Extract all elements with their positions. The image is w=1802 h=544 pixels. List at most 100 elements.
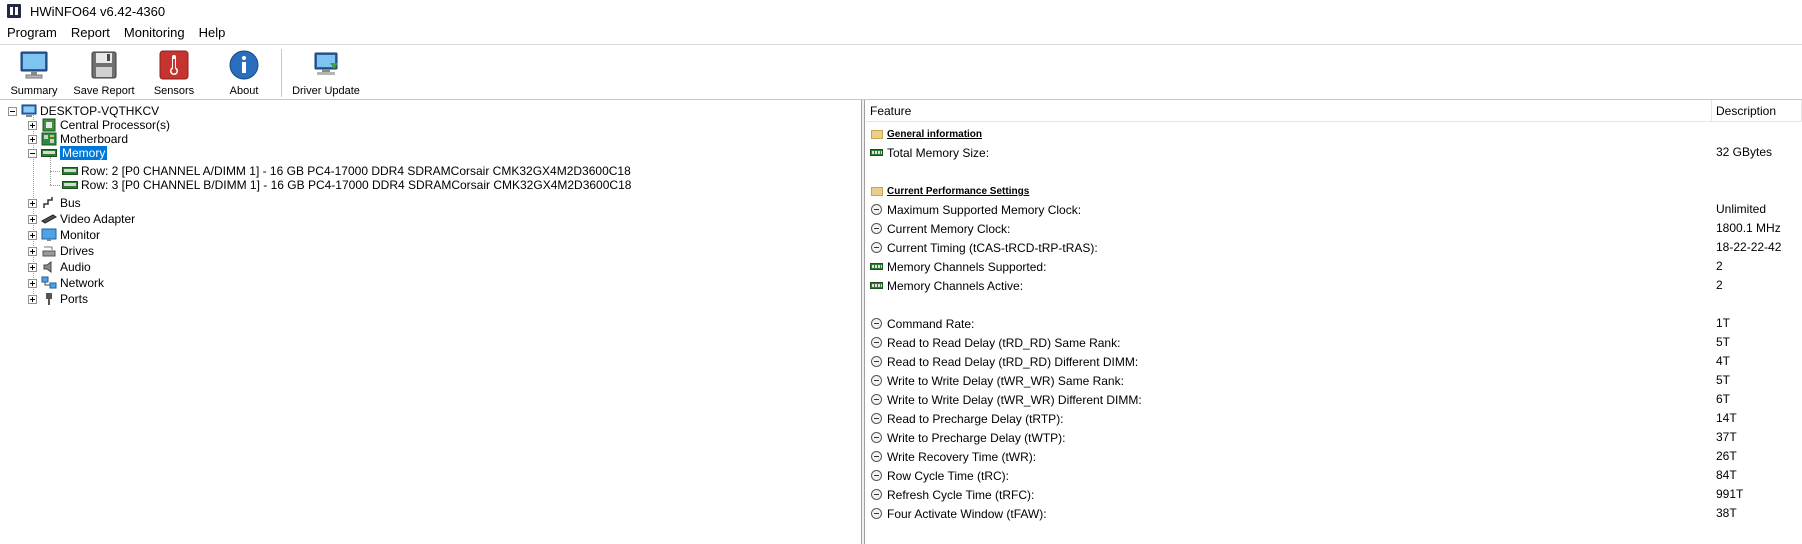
network-icon xyxy=(41,276,57,290)
feature-value: 38T xyxy=(1716,506,1737,520)
feature-label: Current Memory Clock: xyxy=(887,221,1011,236)
table-row[interactable]: Read to Read Delay (tRD_RD) Same Rank: 5… xyxy=(866,333,1802,352)
table-row[interactable]: Command Rate: 1T xyxy=(866,314,1802,333)
drive-icon xyxy=(41,244,57,258)
pane-splitter[interactable] xyxy=(862,100,865,544)
table-row[interactable]: Maximum Supported Memory Clock: Unlimite… xyxy=(866,200,1802,219)
folder-icon xyxy=(870,185,883,198)
clock-icon xyxy=(870,412,883,425)
feature-value: 5T xyxy=(1716,335,1731,349)
feature-label: Read to Read Delay (tRD_RD) Same Rank: xyxy=(887,335,1121,350)
sensors-label: Sensors xyxy=(153,85,195,97)
feature-label: Memory Channels Active: xyxy=(887,278,1024,293)
save-report-button[interactable]: Save Report xyxy=(72,47,136,99)
tree-item-monitor[interactable]: Monitor xyxy=(28,227,100,243)
expand-toggle[interactable] xyxy=(28,120,37,130)
tree-item-bus[interactable]: Bus xyxy=(28,195,81,211)
section-row[interactable]: Current Performance Settings xyxy=(866,182,1802,201)
motherboard-icon xyxy=(41,132,57,146)
menu-report[interactable]: Report xyxy=(64,22,117,44)
title-bar: HWiNFO64 v6.42-4360 xyxy=(0,0,1802,22)
feature-column-header[interactable]: Feature xyxy=(866,100,1712,122)
feature-label: Row Cycle Time (tRC): xyxy=(887,468,1010,483)
table-row[interactable]: Read to Precharge Delay (tRTP): 14T xyxy=(866,409,1802,428)
tree-root-label: DESKTOP-VQTHKCV xyxy=(40,104,160,118)
feature-value: 37T xyxy=(1716,430,1737,444)
tree-item-drives[interactable]: Drives xyxy=(28,243,94,259)
table-row[interactable]: Current Memory Clock: 1800.1 MHz xyxy=(866,219,1802,238)
clock-icon xyxy=(870,317,883,330)
table-row[interactable]: Row Cycle Time (tRC): 84T xyxy=(866,466,1802,485)
tree-item-video-adapter[interactable]: Video Adapter xyxy=(28,211,135,227)
driver-update-icon xyxy=(309,48,343,82)
feature-value: 991T xyxy=(1716,487,1744,501)
tree-line xyxy=(50,171,60,172)
ram-icon xyxy=(62,164,78,178)
feature-value: 1T xyxy=(1716,316,1731,330)
tree-item-label: Network xyxy=(60,276,105,290)
expand-toggle[interactable] xyxy=(28,262,37,272)
menu-program[interactable]: Program xyxy=(0,22,64,44)
table-row[interactable]: Refresh Cycle Time (tRFC): 991T xyxy=(866,485,1802,504)
expand-toggle[interactable] xyxy=(28,214,37,224)
plug-icon xyxy=(41,292,57,306)
feature-value: 14T xyxy=(1716,411,1737,425)
clock-icon xyxy=(870,431,883,444)
table-row[interactable]: Write to Precharge Delay (tWTP): 37T xyxy=(866,428,1802,447)
tree-item-network[interactable]: Network xyxy=(28,275,104,291)
tree-item-label: Row: 3 [P0 CHANNEL B/DIMM 1] - 16 GB PC4… xyxy=(81,178,632,192)
sensors-button[interactable]: Sensors xyxy=(142,47,206,99)
clock-icon xyxy=(870,488,883,501)
section-row[interactable]: General information xyxy=(866,125,1802,144)
table-row[interactable]: Write to Write Delay (tWR_WR) Different … xyxy=(866,390,1802,409)
feature-label: Write to Write Delay (tWR_WR) Different … xyxy=(887,392,1142,407)
tree-item-label: Ports xyxy=(60,292,89,306)
feature-value: 4T xyxy=(1716,354,1731,368)
feature-label: Current Timing (tCAS-tRCD-tRP-tRAS): xyxy=(887,240,1098,255)
menu-monitoring[interactable]: Monitoring xyxy=(117,22,192,44)
table-row[interactable]: Memory Channels Active: 2 xyxy=(866,276,1802,295)
table-row[interactable]: Read to Read Delay (tRD_RD) Different DI… xyxy=(866,352,1802,371)
toolbar: Summary Save Report Sensors About Driver… xyxy=(0,44,1802,100)
expand-toggle[interactable] xyxy=(28,134,37,144)
bus-icon xyxy=(41,196,57,210)
collapse-toggle[interactable] xyxy=(8,106,17,116)
table-row[interactable]: Four Activate Window (tFAW): 38T xyxy=(866,504,1802,523)
expand-toggle[interactable] xyxy=(28,278,37,288)
floppy-icon xyxy=(87,48,121,82)
tree-item-memory[interactable]: Memory xyxy=(28,145,108,161)
expand-toggle[interactable] xyxy=(28,198,37,208)
expand-toggle[interactable] xyxy=(28,230,37,240)
window-title: HWiNFO64 v6.42-4360 xyxy=(30,3,166,19)
info-icon xyxy=(227,48,261,82)
expand-toggle[interactable] xyxy=(28,294,37,304)
feature-value: 26T xyxy=(1716,449,1737,463)
feature-label: Refresh Cycle Time (tRFC): xyxy=(887,487,1035,502)
tree-item-ports[interactable]: Ports xyxy=(28,291,88,307)
table-row[interactable]: Memory Channels Supported: 2 xyxy=(866,257,1802,276)
table-row[interactable]: Current Timing (tCAS-tRCD-tRP-tRAS): 18-… xyxy=(866,238,1802,257)
table-row[interactable]: Total Memory Size: 32 GBytes xyxy=(866,143,1802,162)
speaker-icon xyxy=(41,260,57,274)
clock-icon xyxy=(870,374,883,387)
driver-update-button[interactable]: Driver Update xyxy=(292,47,360,99)
about-button[interactable]: About xyxy=(212,47,276,99)
feature-label: Write Recovery Time (tWR): xyxy=(887,449,1037,464)
app-icon xyxy=(7,4,21,18)
feature-label: Write to Precharge Delay (tWTP): xyxy=(887,430,1066,445)
toolbar-separator xyxy=(281,49,282,97)
monitor-icon xyxy=(41,228,57,242)
table-row[interactable]: Write to Write Delay (tWR_WR) Same Rank:… xyxy=(866,371,1802,390)
description-column-header[interactable]: Description xyxy=(1712,100,1802,122)
collapse-toggle[interactable] xyxy=(28,148,37,158)
table-row[interactable]: Write Recovery Time (tWR): 26T xyxy=(866,447,1802,466)
tree-item-memory-row-3[interactable]: Row: 3 [P0 CHANNEL B/DIMM 1] - 16 GB PC4… xyxy=(62,177,631,193)
folder-icon xyxy=(870,128,883,141)
tree-item-label: Monitor xyxy=(60,228,101,242)
menu-help[interactable]: Help xyxy=(192,22,233,44)
tree-item-label: Drives xyxy=(60,244,95,258)
tree-item-audio[interactable]: Audio xyxy=(28,259,91,275)
summary-button[interactable]: Summary xyxy=(2,47,66,99)
expand-toggle[interactable] xyxy=(28,246,37,256)
feature-label: Maximum Supported Memory Clock: xyxy=(887,202,1082,217)
